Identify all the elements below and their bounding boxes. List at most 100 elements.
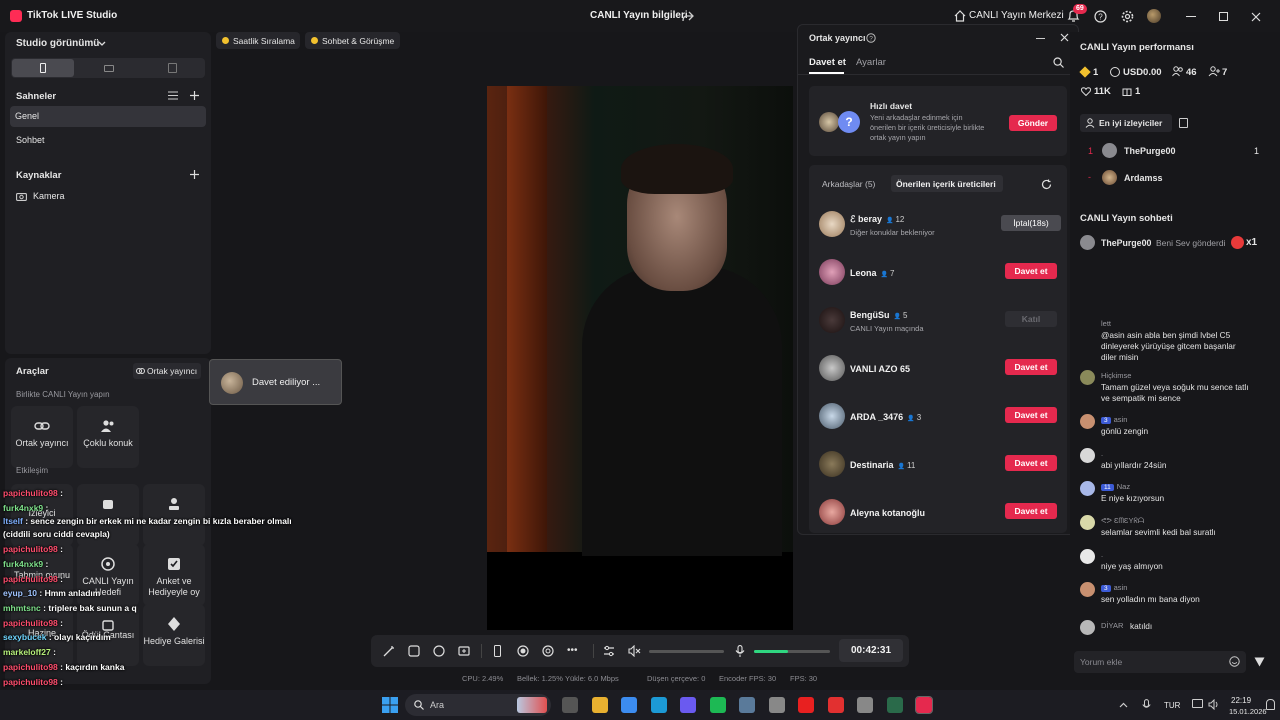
chat-username[interactable]: 11 Naz: [1101, 482, 1130, 491]
studio-view-dropdown[interactable]: Studio görünümü: [16, 38, 99, 49]
settings-icon[interactable]: [1121, 10, 1134, 23]
landscape-icon[interactable]: [104, 65, 114, 72]
file-explorer-icon[interactable]: [591, 697, 608, 713]
mic-volume-slider[interactable]: [754, 650, 830, 653]
add-scene-icon[interactable]: [190, 91, 199, 100]
taskbar-search[interactable]: Ara: [405, 694, 551, 716]
monitor-icon[interactable]: [1192, 699, 1203, 708]
discord-icon[interactable]: [680, 697, 696, 713]
cancel-invite-button[interactable]: İptal(18s): [1001, 215, 1061, 231]
chat-username[interactable]: .: [1101, 449, 1103, 458]
tab-friends[interactable]: Arkadaşlar (5): [822, 179, 875, 189]
invite-button[interactable]: Davet et: [1005, 503, 1057, 519]
stream-info-button[interactable]: CANLI Yayın bilgileri: [590, 10, 688, 21]
microphone-icon[interactable]: [1142, 699, 1151, 711]
desktop-audio-slider[interactable]: [649, 650, 724, 653]
leaderboard-icon[interactable]: [1179, 118, 1188, 128]
steam-icon[interactable]: [739, 697, 755, 713]
notification-bell-icon[interactable]: [1266, 699, 1275, 710]
game-tool-button[interactable]: [143, 484, 205, 546]
clock-time[interactable]: 22:19: [1231, 696, 1251, 705]
cohost-tool-button[interactable]: Ortak yayıncı: [11, 406, 73, 468]
invite-button[interactable]: Davet et: [1005, 359, 1057, 375]
invite-button[interactable]: Davet et: [1005, 407, 1057, 423]
chevron-down-icon[interactable]: [98, 41, 106, 47]
microphone-icon[interactable]: [735, 645, 745, 657]
viewer-name[interactable]: ThePurge00: [1124, 146, 1176, 156]
sliders-icon[interactable]: [603, 645, 615, 657]
source-item-camera[interactable]: Kamera: [33, 191, 65, 201]
invite-button[interactable]: Davet et: [1005, 263, 1057, 279]
quick-invite-title: Hızlı davet: [870, 101, 913, 111]
language-indicator[interactable]: TUR: [1164, 701, 1180, 710]
help-icon[interactable]: ?: [1094, 10, 1107, 23]
help-icon[interactable]: ?: [866, 33, 876, 43]
phone-icon[interactable]: [494, 645, 501, 657]
magic-wand-icon[interactable]: [383, 645, 395, 657]
obs-icon[interactable]: [857, 697, 873, 713]
opera-gx-icon[interactable]: [798, 697, 814, 713]
add-media-icon[interactable]: [458, 645, 470, 657]
chat-username[interactable]: 3 asin: [1101, 415, 1127, 424]
beauty-icon[interactable]: [433, 645, 445, 657]
chat-username[interactable]: ᕙᕗ ƐᗰƐYᖇᗩ: [1101, 516, 1144, 526]
speaker-muted-icon[interactable]: [628, 645, 641, 657]
chat-username[interactable]: lett: [1101, 319, 1111, 328]
chat-username[interactable]: .: [1101, 550, 1103, 559]
comment-input[interactable]: Yorum ekle: [1080, 657, 1122, 667]
chat-username[interactable]: 3 asin: [1101, 583, 1127, 592]
app-icon[interactable]: [886, 697, 903, 713]
minimize-icon[interactable]: [1186, 16, 1196, 17]
volume-icon[interactable]: [1208, 699, 1220, 710]
clock-date[interactable]: 15.01.2026: [1229, 707, 1267, 716]
minimize-icon[interactable]: [1036, 38, 1045, 39]
follower-count-value: 11: [907, 461, 916, 470]
add-source-icon[interactable]: [190, 170, 199, 179]
tab-settings[interactable]: Ayarlar: [856, 57, 886, 68]
joystick-icon: [169, 498, 179, 510]
refresh-icon[interactable]: [1041, 179, 1052, 190]
chat-username[interactable]: DİYAR: [1101, 621, 1123, 630]
edge-icon[interactable]: [650, 697, 667, 713]
hourly-ranking-pill[interactable]: Saatlik Sıralama: [216, 32, 300, 49]
more-icon[interactable]: •••: [567, 646, 578, 656]
chat-meeting-pill[interactable]: Sohbet & Görüşme: [305, 32, 400, 49]
poll-tool-button[interactable]: Anket ve Hediyeyle oy: [143, 544, 205, 606]
chat-username[interactable]: Hiçkimse: [1101, 371, 1131, 380]
chevron-up-icon[interactable]: [1119, 702, 1128, 708]
record-icon[interactable]: [517, 645, 529, 657]
share-icon[interactable]: [682, 11, 694, 22]
dual-layout-icon[interactable]: [168, 63, 177, 73]
viewer-name[interactable]: Ardamss: [1124, 173, 1163, 183]
task-view-icon[interactable]: [562, 697, 578, 713]
effects-icon[interactable]: [408, 645, 420, 657]
overlay-chat-message: markeloff27 :: [3, 647, 56, 657]
scene-item-sohbet[interactable]: Sohbet: [16, 135, 45, 145]
multi-guest-tool-button[interactable]: Çoklu konuk: [77, 406, 139, 468]
tab-invite[interactable]: Davet et: [809, 57, 846, 68]
profile-avatar[interactable]: [1147, 9, 1161, 23]
spotify-icon[interactable]: [709, 697, 726, 713]
app-icon[interactable]: [827, 697, 844, 713]
maximize-icon[interactable]: [1219, 12, 1228, 21]
tiktok-live-studio-icon[interactable]: [915, 696, 933, 714]
scene-item-genel[interactable]: Genel: [10, 106, 206, 127]
tab-suggested[interactable]: Önerilen içerik üreticileri: [891, 175, 1003, 192]
send-icon[interactable]: [1254, 657, 1265, 667]
send-button[interactable]: Gönder: [1009, 115, 1057, 131]
close-icon[interactable]: [1060, 33, 1069, 42]
close-icon[interactable]: [1251, 12, 1261, 22]
list-icon[interactable]: [168, 91, 178, 100]
app-icon[interactable]: [768, 697, 785, 713]
live-center-button[interactable]: CANLI Yayın Merkezi: [969, 10, 1064, 21]
gift-gallery-tool-button[interactable]: Hediye Galerisi: [143, 604, 205, 666]
invite-button[interactable]: Davet et: [1005, 455, 1057, 471]
search-icon[interactable]: [1053, 57, 1064, 68]
windows-start-icon[interactable]: [382, 697, 398, 713]
cohost-link-button[interactable]: Ortak yayıncı: [133, 363, 201, 379]
emoji-icon[interactable]: [1229, 656, 1240, 667]
comment-box[interactable]: Yorum ekle: [1074, 651, 1246, 673]
top-viewers-tab[interactable]: En iyi izleyiciler: [1080, 114, 1172, 132]
chrome-icon[interactable]: [621, 697, 637, 713]
camera-settings-icon[interactable]: [542, 645, 554, 657]
